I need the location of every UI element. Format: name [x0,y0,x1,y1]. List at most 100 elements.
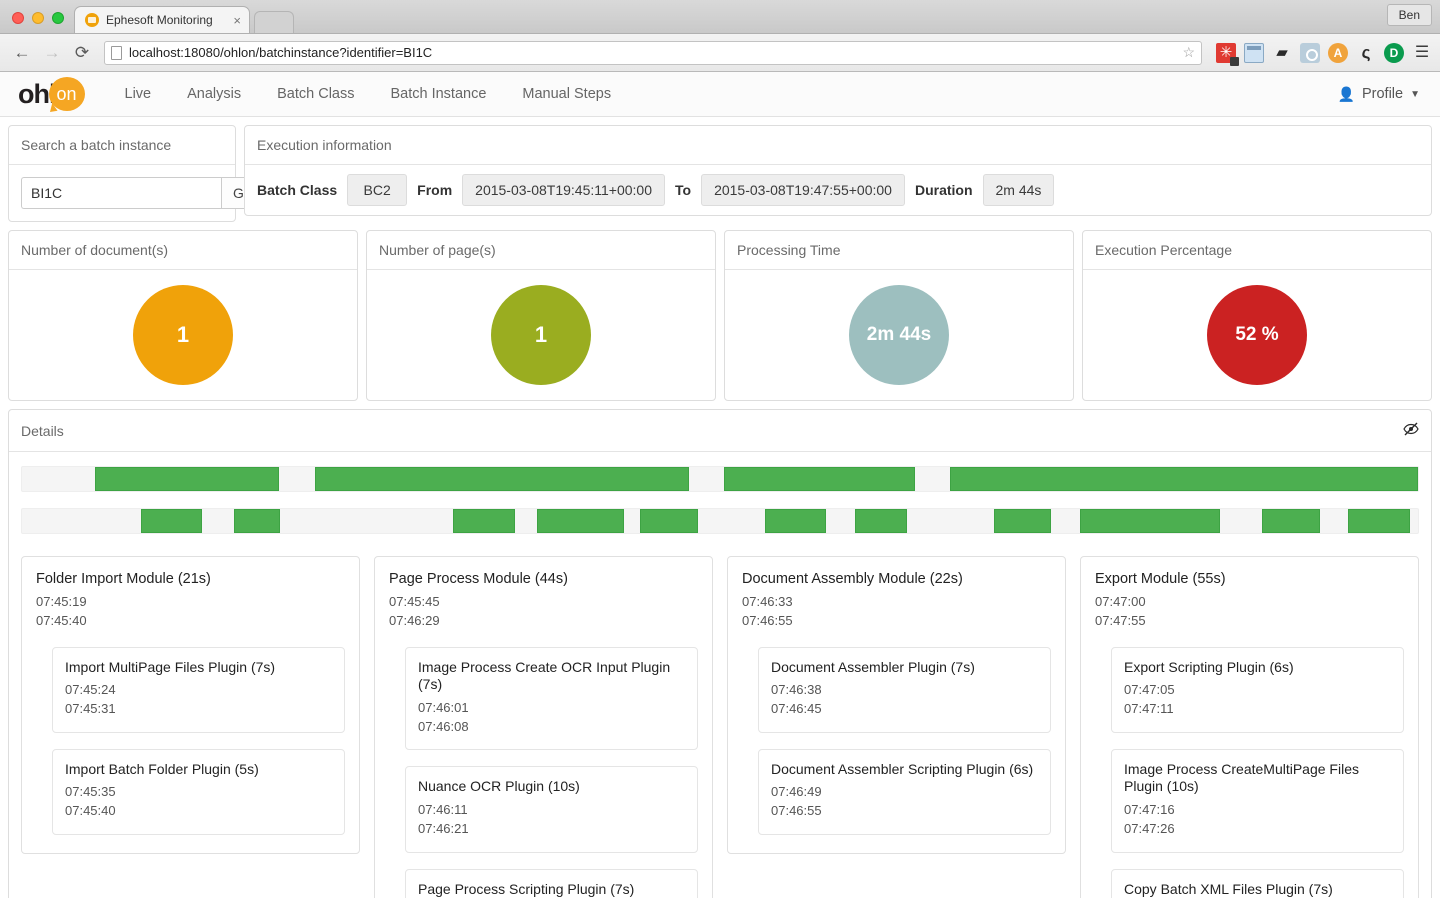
nav-item-batch-instance[interactable]: Batch Instance [372,72,504,117]
stat-bubble: 2m 44s [849,285,949,385]
new-tab-button[interactable] [254,11,294,33]
batch-class-value: BC2 [347,174,407,206]
module-start-time: 07:46:33 [742,593,1051,612]
plugin-end-time: 07:46:55 [771,802,1038,821]
module-end-time: 07:47:55 [1095,612,1404,631]
module-title: Export Module (55s) [1095,571,1404,587]
plugin-end-time: 07:45:40 [65,802,332,821]
camera-icon[interactable] [1300,43,1320,63]
plugin-title: Image Process Create OCR Input Plugin (7… [418,659,685,694]
timeline-segment[interactable] [141,509,202,533]
stats-row: Number of document(s) 1 Number of page(s… [0,222,1440,409]
timeline-segment[interactable] [95,467,279,491]
circle-orange-icon[interactable] [1328,43,1348,63]
nav-item-live[interactable]: Live [107,72,170,117]
timeline-segment[interactable] [765,509,826,533]
timeline-track-modules[interactable] [21,466,1419,492]
plugin-start-time: 07:45:35 [65,783,332,802]
timeline-segment[interactable] [1348,509,1409,533]
plugin-start-time: 07:47:16 [1124,801,1391,820]
hamburger-menu-icon[interactable] [1412,43,1432,63]
toggle-visibility-icon[interactable] [1403,421,1419,440]
timeline-segment[interactable] [724,467,915,491]
timeline [9,452,1431,552]
maximize-window-button[interactable] [52,12,64,24]
stat-title: Number of document(s) [9,231,357,270]
puzzle-red-icon[interactable] [1216,43,1236,63]
timeline-segment[interactable] [537,509,624,533]
execution-info-panel: Execution information Batch Class BC2 Fr… [244,125,1432,216]
profile-label: Profile [1362,86,1403,102]
plugin-start-time: 07:45:24 [65,681,332,700]
module-start-time: 07:47:00 [1095,593,1404,612]
module-title: Folder Import Module (21s) [36,571,345,587]
bookmark-star-icon[interactable]: ☆ [1182,44,1195,61]
stat-title: Execution Percentage [1083,231,1431,270]
stat-body: 52 % [1083,270,1431,400]
plugin-card: Import MultiPage Files Plugin (7s) 07:45… [52,647,345,733]
module-start-time: 07:45:19 [36,593,345,612]
timeline-segment[interactable] [640,509,697,533]
timeline-segment[interactable] [315,467,689,491]
plugin-end-time: 07:47:11 [1124,700,1391,719]
plugin-title: Export Scripting Plugin (6s) [1124,659,1391,677]
stat-body: 1 [367,270,715,400]
module-title: Page Process Module (44s) [389,571,698,587]
nav-item-manual-steps[interactable]: Manual Steps [504,72,629,117]
timeline-segment[interactable] [855,509,907,533]
close-window-button[interactable] [12,12,24,24]
duration-label: Duration [915,182,973,198]
stat-card-pages: Number of page(s) 1 [366,230,716,401]
module-start-time: 07:45:45 [389,593,698,612]
app-logo[interactable]: ohl on [18,77,85,111]
browser-profile-button[interactable]: Ben [1387,4,1432,26]
timeline-segment[interactable] [1080,509,1220,533]
address-bar[interactable]: localhost:18080/ohlon/batchinstance?iden… [104,41,1202,65]
close-tab-icon[interactable]: × [223,13,241,28]
search-panel-title: Search a batch instance [9,126,235,165]
browser-tab[interactable]: Ephesoft Monitoring × [74,6,250,33]
search-input[interactable] [21,177,221,209]
forward-icon[interactable]: → [38,39,66,67]
stat-body: 1 [9,270,357,400]
d-green-icon[interactable] [1384,43,1404,63]
stat-body: 2m 44s [725,270,1073,400]
timeline-track-plugins[interactable] [21,508,1419,534]
stat-title: Processing Time [725,231,1073,270]
execution-info-title: Execution information [245,126,1431,165]
top-row: Search a batch instance Go! Execution in… [0,117,1440,222]
timeline-segment[interactable] [453,509,514,533]
layers-icon[interactable] [1272,43,1292,63]
plugin-title: Import Batch Folder Plugin (5s) [65,761,332,779]
plugin-title: Document Assembler Scripting Plugin (6s) [771,761,1038,779]
module-end-time: 07:45:40 [36,612,345,631]
timeline-segment[interactable] [994,509,1051,533]
module-card: Document Assembly Module (22s) 07:46:33 … [727,556,1066,854]
timeline-segment[interactable] [1262,509,1321,533]
window-blue-icon[interactable] [1244,43,1264,63]
plugin-end-time: 07:45:31 [65,700,332,719]
minimize-window-button[interactable] [32,12,44,24]
plugin-title: Import MultiPage Files Plugin (7s) [65,659,332,677]
timeline-segment[interactable] [950,467,1418,491]
plugin-card: Nuance OCR Plugin (10s) 07:46:11 07:46:2… [405,766,698,852]
plugin-start-time: 07:46:01 [418,699,685,718]
plugin-start-time: 07:47:05 [1124,681,1391,700]
details-title: Details [21,423,64,439]
tab-title: Ephesoft Monitoring [106,13,223,27]
user-icon: 👤 [1338,86,1355,103]
plugin-start-time: 07:46:49 [771,783,1038,802]
nav-item-analysis[interactable]: Analysis [169,72,259,117]
reload-icon[interactable]: ⟳ [68,39,96,67]
plugin-card: Document Assembler Scripting Plugin (6s)… [758,749,1051,835]
profile-menu[interactable]: 👤 Profile ▼ [1338,86,1420,103]
app-content: ohl on Live Analysis Batch Class Batch I… [0,72,1440,898]
s-curve-icon[interactable] [1356,43,1376,63]
nav-item-batch-class[interactable]: Batch Class [259,72,372,117]
timeline-segment[interactable] [234,509,280,533]
module-card: Page Process Module (44s) 07:45:45 07:46… [374,556,713,898]
extension-toolbar [1210,43,1432,63]
tab-favicon-icon [85,13,99,27]
back-icon[interactable]: ← [8,39,36,67]
stat-card-execution-percentage: Execution Percentage 52 % [1082,230,1432,401]
